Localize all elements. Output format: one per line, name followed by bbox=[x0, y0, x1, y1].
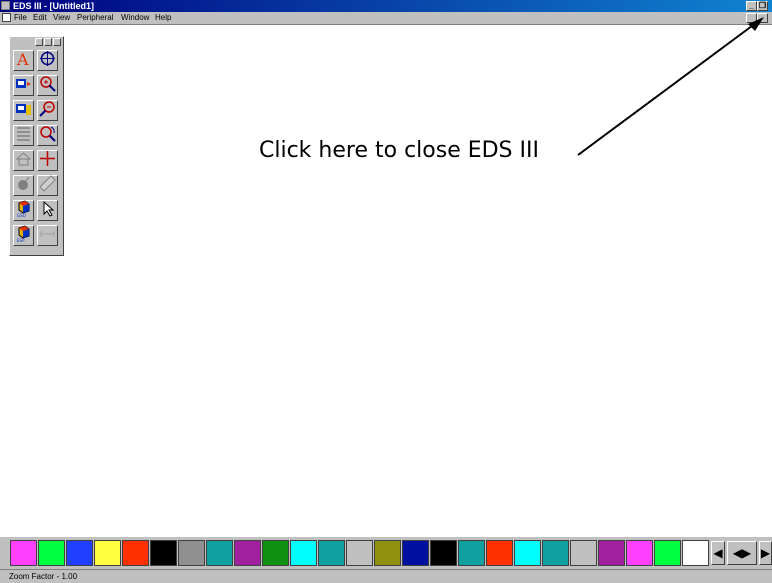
list-icon bbox=[15, 125, 32, 147]
tool-button[interactable]: A bbox=[13, 50, 34, 71]
color-swatch[interactable] bbox=[402, 540, 429, 566]
menu-window[interactable]: Window bbox=[121, 12, 149, 24]
color-swatch[interactable] bbox=[654, 540, 681, 566]
zoom-out-icon bbox=[39, 100, 56, 122]
zoom-rotate-icon bbox=[39, 125, 56, 147]
svg-text:GSO: GSO bbox=[17, 213, 26, 217]
color-swatch[interactable] bbox=[570, 540, 597, 566]
tool-button[interactable] bbox=[13, 75, 34, 96]
minimize-button[interactable]: _ bbox=[746, 1, 757, 11]
ruler-icon bbox=[39, 174, 56, 197]
scroll-left-button[interactable]: ◀ bbox=[711, 541, 725, 565]
tool-button[interactable]: ESP bbox=[13, 224, 34, 247]
text-tool-icon: A bbox=[15, 50, 32, 72]
dimension-icon bbox=[39, 225, 56, 247]
color-swatch[interactable] bbox=[682, 540, 709, 566]
tool-button[interactable] bbox=[37, 125, 58, 146]
menu-bar: File Edit View Peripheral Window Help bbox=[0, 12, 772, 24]
label-node-icon bbox=[15, 100, 32, 122]
color-swatch[interactable] bbox=[430, 540, 457, 566]
app-icon[interactable] bbox=[1, 1, 10, 10]
toolbox-close-button[interactable] bbox=[53, 38, 61, 46]
tool-button[interactable] bbox=[13, 125, 34, 146]
pointer-arrow-icon bbox=[39, 200, 56, 222]
color-swatch[interactable] bbox=[374, 540, 401, 566]
toolbox-maximize-button[interactable] bbox=[44, 38, 52, 46]
annotation-text: Click here to close EDS III bbox=[259, 138, 539, 163]
scroll-both-button[interactable]: ◀▶ bbox=[727, 541, 757, 565]
crosshair-target-icon bbox=[39, 50, 56, 72]
add-node-icon bbox=[15, 75, 32, 97]
color-swatch[interactable] bbox=[514, 540, 541, 566]
svg-text:ESP: ESP bbox=[17, 238, 25, 242]
color-swatch[interactable] bbox=[542, 540, 569, 566]
color-swatch[interactable] bbox=[458, 540, 485, 566]
house-icon bbox=[15, 150, 32, 172]
tool-button[interactable] bbox=[37, 174, 58, 197]
menu-help[interactable]: Help bbox=[155, 12, 171, 24]
tool-button[interactable] bbox=[13, 100, 34, 121]
color-swatch[interactable] bbox=[38, 540, 65, 566]
menu-file[interactable]: File bbox=[14, 12, 27, 24]
tool-button[interactable] bbox=[37, 75, 58, 96]
color-swatch[interactable] bbox=[10, 540, 37, 566]
color-swatch[interactable] bbox=[262, 540, 289, 566]
color-swatch[interactable] bbox=[626, 540, 653, 566]
esp-cube-icon: ESP bbox=[15, 224, 32, 247]
tool-button[interactable] bbox=[37, 150, 58, 171]
color-swatch[interactable] bbox=[178, 540, 205, 566]
toolbox-palette: A GSO ESP bbox=[9, 36, 64, 256]
color-swatch[interactable] bbox=[346, 540, 373, 566]
color-swatch[interactable] bbox=[94, 540, 121, 566]
child-minimize-button[interactable] bbox=[746, 13, 757, 23]
scroll-right-button[interactable]: ▶ bbox=[759, 541, 772, 565]
color-swatch[interactable] bbox=[150, 540, 177, 566]
bomb-icon bbox=[15, 175, 32, 197]
menu-peripheral[interactable]: Peripheral bbox=[77, 12, 113, 24]
color-swatch[interactable] bbox=[122, 540, 149, 566]
color-swatch[interactable] bbox=[318, 540, 345, 566]
tool-button[interactable] bbox=[37, 225, 58, 246]
color-palette: ◀ ◀▶ ▶ bbox=[0, 537, 772, 569]
status-bar: Zoom Factor - 1.00 bbox=[0, 569, 772, 583]
tool-button[interactable]: GSO bbox=[13, 199, 34, 222]
tool-button[interactable] bbox=[37, 200, 58, 221]
color-swatch[interactable] bbox=[66, 540, 93, 566]
drawing-canvas[interactable] bbox=[0, 24, 772, 537]
color-swatch[interactable] bbox=[598, 540, 625, 566]
child-close-button[interactable] bbox=[757, 13, 768, 23]
pan-cross-icon bbox=[39, 150, 56, 172]
restore-button[interactable]: ❐ bbox=[757, 1, 768, 11]
color-swatch[interactable] bbox=[206, 540, 233, 566]
zoom-in-icon bbox=[39, 75, 56, 97]
tool-button[interactable] bbox=[13, 175, 34, 196]
title-bar: EDS III - [Untitled1] _ ❐ bbox=[0, 0, 772, 12]
toolbox-minimize-button[interactable] bbox=[35, 38, 43, 46]
tool-button[interactable] bbox=[37, 100, 58, 121]
document-icon[interactable] bbox=[2, 13, 11, 22]
gso-cube-icon: GSO bbox=[15, 199, 32, 222]
tool-button[interactable] bbox=[13, 150, 34, 171]
menu-edit[interactable]: Edit bbox=[33, 12, 47, 24]
menu-view[interactable]: View bbox=[53, 12, 70, 24]
color-swatch[interactable] bbox=[486, 540, 513, 566]
zoom-factor-label: Zoom Factor - 1.00 bbox=[9, 572, 78, 581]
color-swatch[interactable] bbox=[290, 540, 317, 566]
color-swatch[interactable] bbox=[234, 540, 261, 566]
tool-button[interactable] bbox=[37, 50, 58, 71]
svg-text:A: A bbox=[16, 50, 29, 67]
window-title: EDS III - [Untitled1] bbox=[13, 1, 94, 11]
